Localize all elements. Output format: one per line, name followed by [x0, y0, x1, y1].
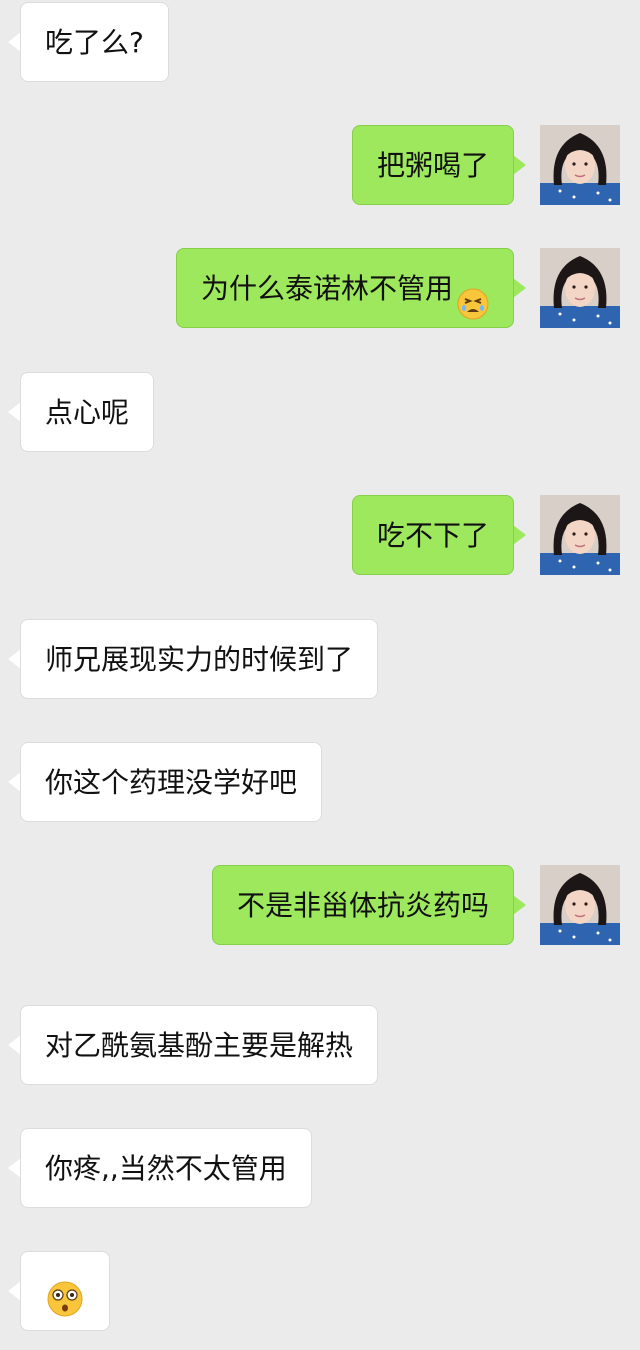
- message-text: 把粥喝了: [376, 149, 489, 182]
- avatar[interactable]: [540, 865, 620, 945]
- message-bubble[interactable]: 你疼,,当然不太管用: [20, 1128, 312, 1208]
- message-text: 吃不下了: [376, 519, 489, 552]
- avatar[interactable]: [540, 125, 620, 205]
- message-text: 对乙酰氨基酚主要是解热: [45, 1029, 354, 1062]
- message-bubble[interactable]: 不是非甾体抗炎药吗: [211, 865, 514, 945]
- message-bubble[interactable]: 为什么泰诺林不管用: [175, 248, 514, 328]
- message-text: 吃了么?: [45, 26, 144, 59]
- avatar[interactable]: [540, 495, 620, 575]
- message-bubble[interactable]: 对乙酰氨基酚主要是解热: [20, 1005, 379, 1085]
- message-bubble[interactable]: 师兄展现实力的时候到了: [20, 619, 379, 699]
- avatar-photo: [540, 125, 620, 205]
- chat-message-list: 吃了么? 把粥喝了 为什么泰诺林不管用 点心呢 吃不下了 师兄展现实力的时候到了…: [0, 0, 640, 1337]
- avatar[interactable]: [540, 248, 620, 328]
- avatar-photo: [540, 495, 620, 575]
- message-bubble[interactable]: 你这个药理没学好吧: [20, 742, 323, 822]
- message-text: 点心呢: [45, 396, 130, 429]
- bubble-tail: [513, 525, 526, 545]
- message-text: 为什么泰诺林不管用: [200, 272, 453, 305]
- message-text: 你疼,,当然不太管用: [45, 1152, 287, 1185]
- message-text: 不是非甾体抗炎药吗: [236, 889, 489, 922]
- astonished-face-emoji: [45, 1270, 85, 1317]
- message-bubble[interactable]: 点心呢: [20, 372, 155, 452]
- message-bubble[interactable]: 吃了么?: [20, 2, 169, 82]
- message-text: 你这个药理没学好吧: [45, 766, 298, 799]
- avatar-photo: [540, 248, 620, 328]
- tired-face-emoji: [457, 271, 489, 320]
- message-bubble[interactable]: 把粥喝了: [351, 125, 514, 205]
- message-bubble[interactable]: 吃不下了: [351, 495, 514, 575]
- bubble-tail: [513, 155, 526, 175]
- avatar-photo: [540, 865, 620, 945]
- message-bubble[interactable]: [20, 1251, 110, 1331]
- bubble-tail: [513, 278, 526, 298]
- message-text: 师兄展现实力的时候到了: [45, 643, 354, 676]
- bubble-tail: [513, 895, 526, 915]
